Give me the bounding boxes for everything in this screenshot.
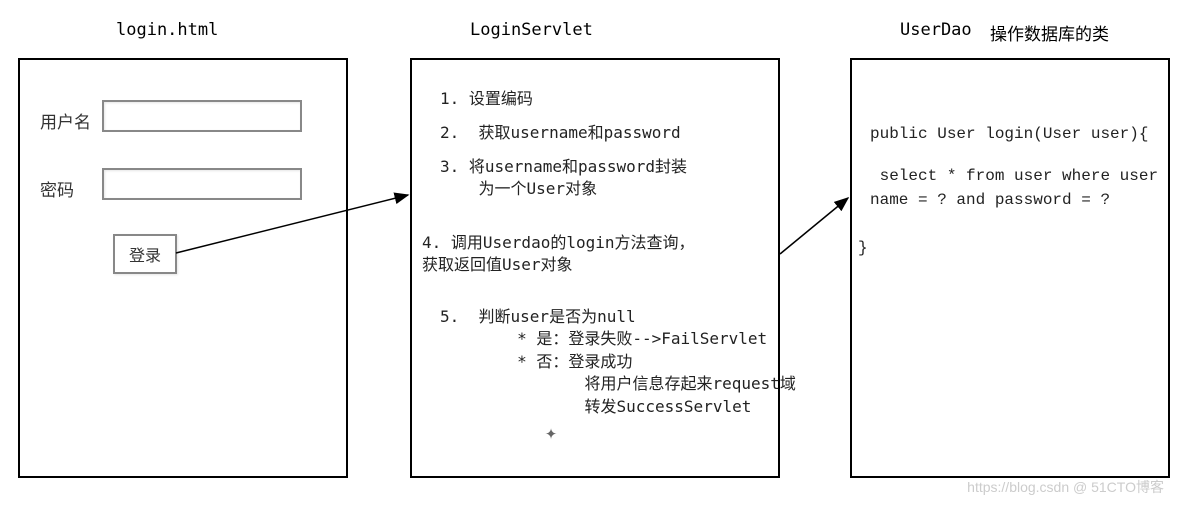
title-login-servlet: LoginServlet — [470, 20, 593, 40]
dao-code-close: } — [858, 236, 868, 260]
arrow-servlet-to-dao — [780, 198, 848, 254]
watermark: https://blog.csdn @ 51CTO博客 — [967, 477, 1164, 497]
title-login-html: login.html — [116, 20, 218, 40]
servlet-step-1: 1. 设置编码 — [440, 88, 533, 110]
label-username: 用户名 — [40, 108, 91, 133]
input-username[interactable] — [102, 100, 302, 132]
servlet-step-5: 5. 判断user是否为null * 是：登录失败-->FailServlet … — [440, 306, 796, 418]
label-password: 密码 — [40, 176, 74, 201]
login-button[interactable]: 登录 — [113, 234, 177, 274]
servlet-step-2: 2. 获取username和password — [440, 122, 681, 144]
dao-code-signature: public User login(User user){ — [870, 122, 1148, 146]
box-user-dao — [850, 58, 1170, 478]
title-user-dao: UserDao — [900, 20, 972, 40]
input-password[interactable] — [102, 168, 302, 200]
dao-code-query: select * from user where user name = ? a… — [870, 164, 1158, 212]
title-dao-desc: 操作数据库的类 — [990, 20, 1109, 45]
servlet-step-3: 3. 将username和password封装 为一个User对象 — [440, 156, 687, 201]
cursor-icon: ✦ — [545, 420, 557, 444]
servlet-step-4: 4. 调用Userdao的login方法查询， 获取返回值User对象 — [422, 232, 695, 277]
